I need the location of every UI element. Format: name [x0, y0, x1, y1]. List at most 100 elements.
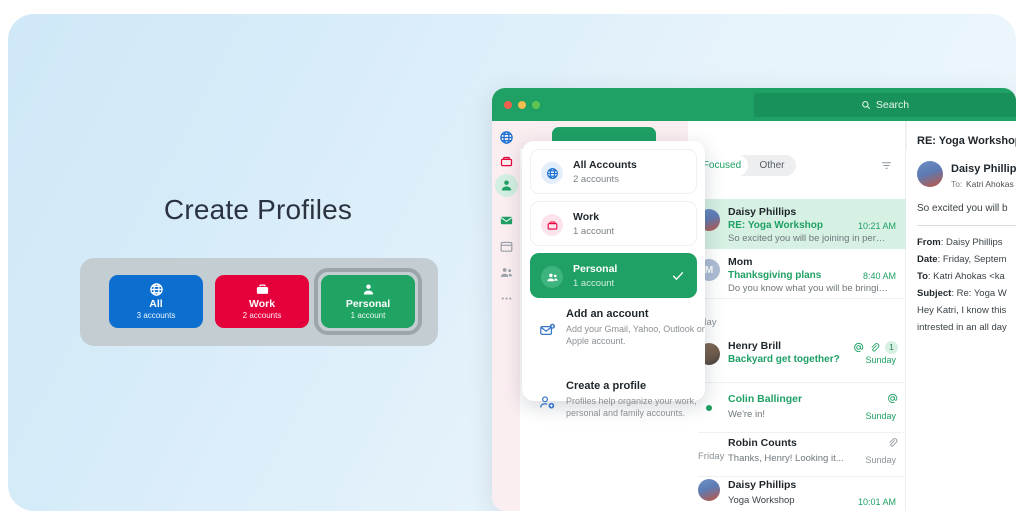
message-subject: Thanksgiving plans	[728, 270, 822, 281]
reading-pane-detail: Subject: Re: Yoga W	[917, 288, 1007, 299]
message-sender: Daisy Phillips	[728, 479, 797, 491]
profile-card-work[interactable]: Work 2 accounts	[215, 275, 309, 328]
window-titlebar: Search	[492, 88, 1016, 121]
dropdown-action-desc: Profiles help organize your work, person…	[566, 396, 697, 418]
account-profile-dropdown: All Accounts 2 accounts Work 1 account P…	[522, 141, 705, 418]
hero-panel: Create Profiles All 3 accounts Work 2 ac…	[8, 14, 1016, 511]
reading-pane-to-value: Katri Ahokas	[966, 179, 1014, 189]
profile-card-sub: 3 accounts	[136, 311, 176, 320]
reading-pane-to-label: To:	[951, 179, 963, 189]
icon-wrap	[541, 266, 563, 288]
reading-pane-divider	[917, 225, 1016, 226]
focused-other-segmented-control[interactable]: Focused Other	[696, 155, 796, 176]
left-illustration-pane: Create Profiles All 3 accounts Work 2 ac…	[8, 14, 508, 511]
close-icon[interactable]	[504, 101, 512, 109]
list-item[interactable]: M Mom Thanksgiving plans Do you know wha…	[688, 249, 906, 299]
reading-pane-detail: From: Daisy Phillips	[917, 237, 1003, 248]
reading-pane-body-line: intrested in an all day	[917, 322, 1007, 333]
list-item[interactable]: Henry Brill Backyard get together? Sunda…	[688, 333, 906, 383]
list-item[interactable]: Daisy Phillips RE: Yoga Workshop So exci…	[688, 199, 906, 249]
profile-card-sub: 2 accounts	[242, 311, 282, 320]
reading-pane: RE: Yoga Workshop Daisy Phillips To: Kat…	[907, 121, 1016, 511]
add-profile-icon	[540, 396, 555, 409]
message-preview: Yoga Workshop	[728, 495, 795, 506]
globe-icon	[149, 283, 163, 296]
detail-label: From	[917, 237, 941, 248]
filter-icon[interactable]	[880, 159, 893, 172]
sidebar-icon-rail	[492, 121, 520, 511]
message-sender: Colin Ballinger	[728, 393, 803, 405]
maximize-icon[interactable]	[532, 101, 540, 109]
icon-wrap	[541, 162, 563, 184]
sidebar-item-profile-work[interactable]	[499, 154, 514, 169]
detail-value: : Re: Yoga W	[951, 288, 1007, 299]
sidebar-item-profile-personal[interactable]	[499, 178, 514, 193]
app-window: Search ete Archive Move	[492, 88, 1016, 511]
dropdown-action-title: Add an account	[566, 308, 649, 320]
profile-card-name: All	[149, 298, 163, 310]
detail-label: To	[917, 271, 928, 282]
people-icon	[546, 273, 558, 281]
message-time: 8:40 AM	[862, 271, 896, 281]
detail-value: : Friday, Septem	[937, 254, 1007, 265]
reading-pane-subject: RE: Yoga Workshop	[917, 135, 1016, 147]
profile-card-all[interactable]: All 3 accounts	[109, 275, 203, 328]
dropdown-account-title: All Accounts	[573, 159, 637, 171]
profile-card-name: Work	[248, 298, 276, 310]
dropdown-create-profile[interactable]: Create a profile Profiles help organize …	[530, 380, 697, 428]
message-count-badge: 1	[885, 341, 898, 354]
sidebar-item-mail[interactable]	[499, 213, 514, 228]
reading-pane-snippet: So excited you will b	[917, 203, 1008, 214]
reading-pane-detail: To: Katri Ahokas <ka	[917, 271, 1005, 282]
briefcase-icon	[256, 284, 268, 294]
list-item[interactable]: Colin Ballinger We're in! Sunday	[688, 383, 906, 433]
list-item[interactable]: Daisy Phillips Yoga Workshop 10:01 AM	[688, 469, 906, 511]
briefcase-icon	[547, 220, 557, 230]
attachment-icon	[889, 438, 898, 447]
dropdown-account-work[interactable]: Work 1 account	[530, 201, 697, 246]
dropdown-account-title: Work	[573, 211, 600, 223]
message-sender: Robin Counts	[728, 437, 797, 449]
search-icon	[862, 101, 870, 110]
message-time: Sunday	[865, 411, 896, 421]
attachment-icon	[871, 343, 880, 352]
message-preview: Thanks, Henry! Looking it...	[728, 453, 844, 464]
sidebar-item-profile-all[interactable]	[499, 130, 514, 145]
message-sender: Daisy Phillips	[728, 206, 797, 218]
mention-icon	[854, 342, 864, 353]
detail-label: Date	[917, 254, 938, 265]
dropdown-account-sub: 1 account	[573, 226, 615, 237]
globe-icon	[546, 167, 558, 179]
message-preview: Do you know what you will be bringing...	[728, 283, 888, 294]
tab-other[interactable]: Other	[748, 155, 796, 176]
message-flags: 1	[853, 341, 898, 354]
message-subject: RE: Yoga Workshop	[728, 220, 824, 231]
detail-value: : Katri Ahokas <ka	[927, 271, 1005, 282]
reading-pane-detail: Date: Friday, Septem	[917, 254, 1007, 265]
message-time: Sunday	[865, 355, 896, 365]
dropdown-add-account[interactable]: Add an account Add your Gmail, Yahoo, Ou…	[530, 308, 705, 356]
sidebar-item-people[interactable]	[499, 265, 514, 280]
sidebar-item-calendar[interactable]	[499, 239, 514, 254]
avatar	[698, 479, 720, 501]
sidebar-item-more[interactable]	[499, 291, 514, 306]
message-subject: Backyard get together?	[728, 354, 840, 365]
message-time: 10:21 AM	[857, 221, 896, 231]
search-input[interactable]: Search	[754, 93, 1016, 117]
message-preview: We're in!	[728, 409, 766, 420]
search-label: Search	[875, 99, 910, 111]
reading-pane-sender: Daisy Phillips	[951, 163, 1016, 175]
message-time: Sunday	[865, 455, 896, 465]
message-sender: Mom	[728, 256, 753, 268]
dropdown-action-title: Create a profile	[566, 380, 647, 392]
message-list: Focused Other y rday Friday Daisy Philli…	[688, 121, 906, 511]
minimize-icon[interactable]	[518, 101, 526, 109]
dropdown-account-sub: 2 accounts	[573, 174, 619, 185]
dropdown-account-all[interactable]: All Accounts 2 accounts	[530, 149, 697, 194]
check-icon	[672, 272, 684, 280]
add-mail-icon	[540, 323, 556, 336]
dropdown-account-personal[interactable]: Personal 1 account	[530, 253, 697, 298]
icon-wrap	[541, 214, 563, 236]
profile-card-selection-ring	[314, 268, 422, 335]
dropdown-account-sub: 1 account	[573, 278, 615, 289]
